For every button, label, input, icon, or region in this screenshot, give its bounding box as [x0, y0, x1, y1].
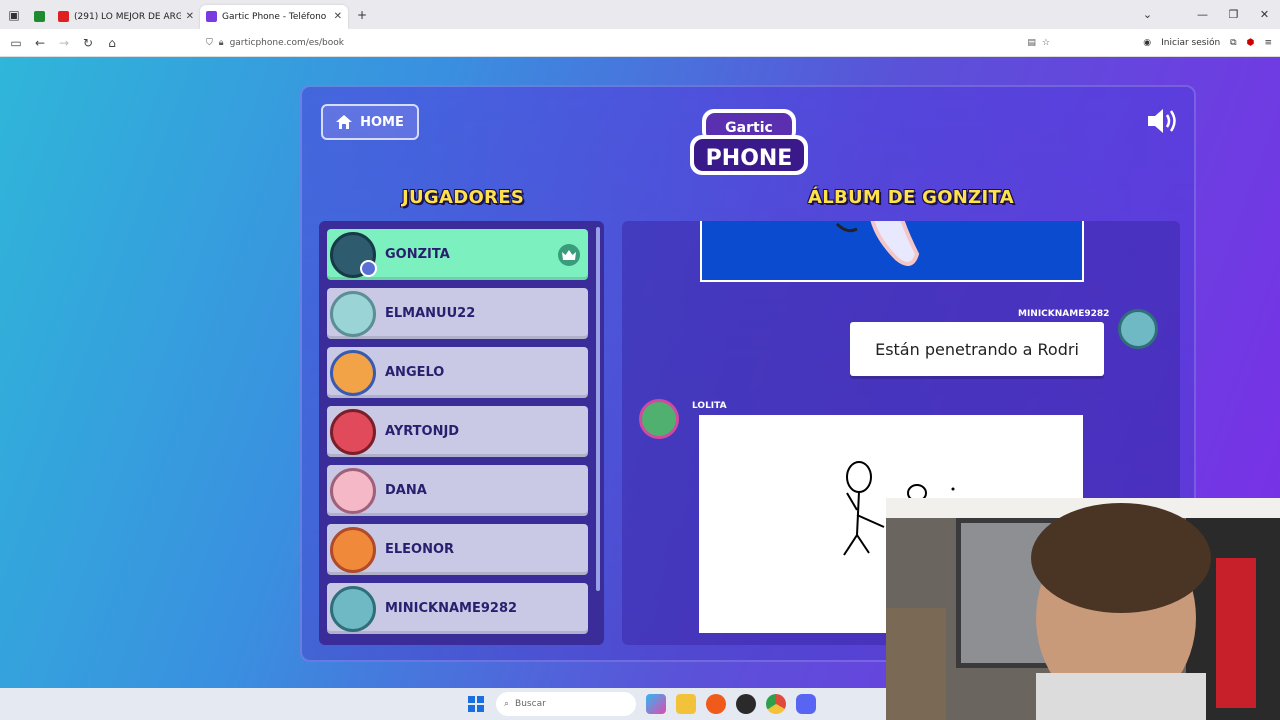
reload-icon[interactable]: ↻: [76, 36, 100, 50]
window-controls: ⌄ — ❐ ✕: [1132, 0, 1280, 29]
message-author: MINICKNAME9282: [1018, 309, 1110, 319]
file-explorer-icon[interactable]: [676, 694, 696, 714]
player-row: ANGELO: [327, 347, 588, 398]
lock-icon[interactable]: 🔒︎: [219, 38, 224, 48]
grinning-monster-avatar-icon: [330, 231, 377, 278]
extensions-icon[interactable]: ⧉: [1230, 38, 1236, 48]
bookmark-star-icon[interactable]: ☆: [1042, 38, 1050, 48]
tab-overview-icon[interactable]: ▣: [0, 0, 28, 29]
search-icon: ⌕: [504, 699, 510, 709]
player-name: ELEONOR: [385, 542, 455, 557]
addon-icon[interactable]: ⬢: [1247, 38, 1255, 48]
zombie-avatar-icon: [639, 399, 679, 439]
browser-nav-bar: ▭ ← → ↻ ⌂ ⛉ 🔒︎ garticphone.com/es/book ▤…: [0, 29, 1280, 57]
home-icon[interactable]: ⌂: [100, 36, 124, 50]
minimize-icon[interactable]: —: [1187, 8, 1218, 21]
url-text: garticphone.com/es/book: [229, 38, 344, 48]
address-bar[interactable]: ⛉ 🔒︎ garticphone.com/es/book ▤ ☆: [200, 33, 1050, 53]
reader-view-icon[interactable]: ▤: [1027, 38, 1036, 48]
close-tab-icon[interactable]: ✕: [186, 11, 194, 22]
album-title: ÁLBUM DE GONZITA: [808, 187, 1014, 208]
back-icon[interactable]: ←: [28, 36, 52, 50]
webcam-overlay: [886, 498, 1280, 720]
sunglasses-chicken-avatar-icon: [330, 526, 376, 573]
robot-avatar-icon: [1118, 309, 1158, 349]
menu-icon[interactable]: ≡: [1264, 38, 1272, 48]
cactus-avatar-icon: [330, 290, 376, 337]
firefox-icon[interactable]: [706, 694, 726, 714]
message-bubble: Están penetrando a Rodri: [850, 322, 1104, 376]
player-name: MINICKNAME9282: [385, 601, 518, 616]
gartic-favicon-icon: [206, 11, 217, 22]
player-row: AYRTONJD: [327, 406, 588, 457]
browser-tab-bar: ▣ (291) LO MEJOR DE ARGENTINA ✕ Gartic P…: [0, 0, 1280, 29]
player-row: ELEONOR: [327, 524, 588, 575]
gartic-phone-logo: Gartic PHONE: [690, 109, 808, 175]
home-button[interactable]: HOME: [321, 104, 419, 140]
close-window-icon[interactable]: ✕: [1249, 8, 1280, 21]
user-badge-icon: [360, 259, 377, 277]
taskbar-search[interactable]: ⌕ Buscar: [496, 692, 636, 716]
tab-3[interactable]: Gartic Phone - Teléfono Descon ✕: [200, 4, 348, 29]
tab-title: Gartic Phone - Teléfono Descon: [222, 11, 329, 22]
player-name: ELMANUU22: [385, 306, 476, 321]
webcam-feed: [886, 498, 1280, 720]
robot-avatar-icon: [330, 585, 376, 632]
signin-button[interactable]: Iniciar sesión: [1161, 38, 1220, 48]
new-tab-button[interactable]: +: [348, 0, 376, 29]
discord-icon[interactable]: [796, 694, 816, 714]
player-row: DANA: [327, 465, 588, 516]
house-icon: [336, 115, 353, 129]
tab-title: (291) LO MEJOR DE ARGENTINA: [74, 11, 181, 22]
knight-helmet-avatar-icon: [330, 408, 376, 455]
tab-2[interactable]: (291) LO MEJOR DE ARGENTINA ✕: [52, 5, 200, 29]
obs-icon[interactable]: [736, 694, 756, 714]
taskbar: ⌕ Buscar: [0, 688, 886, 720]
tab-1[interactable]: [28, 5, 52, 29]
drawing-image: [700, 221, 1084, 282]
crown-icon: [558, 244, 580, 266]
tab-list-chevron-icon[interactable]: ⌄: [1132, 8, 1163, 21]
copilot-icon[interactable]: [646, 694, 666, 714]
search-placeholder: Buscar: [515, 699, 546, 709]
youtube-favicon-icon: [58, 11, 69, 22]
speaker-icon[interactable]: [1146, 107, 1180, 135]
logo-bottom-text: PHONE: [706, 146, 793, 171]
player-name: ANGELO: [385, 365, 445, 380]
logo-top-text: Gartic: [725, 120, 773, 136]
windows-start-icon[interactable]: [466, 694, 486, 714]
nav-right-tools: ◉ Iniciar sesión ⧉ ⬢ ≡: [1143, 29, 1272, 57]
player-name: GONZITA: [385, 247, 450, 262]
kick-favicon-icon: [34, 11, 45, 22]
drawing-sketch: [835, 221, 920, 266]
unicorn-avatar-icon: [330, 467, 376, 514]
chrome-icon[interactable]: [766, 694, 786, 714]
player-name: AYRTONJD: [385, 424, 460, 439]
forward-icon[interactable]: →: [52, 36, 76, 50]
player-row: MINICKNAME9282: [327, 583, 588, 634]
players-title: JUGADORES: [402, 187, 525, 208]
players-scrollbar[interactable]: [596, 227, 600, 591]
taskbar-icons: ⌕ Buscar: [466, 688, 816, 720]
restore-icon[interactable]: ❐: [1218, 8, 1249, 21]
player-row: GONZITA: [327, 229, 588, 280]
players-list[interactable]: GONZITA ELMANUU22 ANGELO AYRTONJD DANA E…: [319, 221, 604, 645]
drawing-author: LOLITA: [692, 401, 727, 411]
player-row: ELMANUU22: [327, 288, 588, 339]
home-label: HOME: [360, 114, 404, 130]
wrestler-mask-avatar-icon: [330, 349, 376, 396]
player-name: DANA: [385, 483, 427, 498]
close-tab-icon[interactable]: ✕: [334, 11, 342, 22]
shield-icon[interactable]: ⛉: [206, 38, 213, 48]
account-icon[interactable]: ◉: [1143, 38, 1151, 48]
sidebar-toggle-icon[interactable]: ▭: [4, 36, 28, 50]
